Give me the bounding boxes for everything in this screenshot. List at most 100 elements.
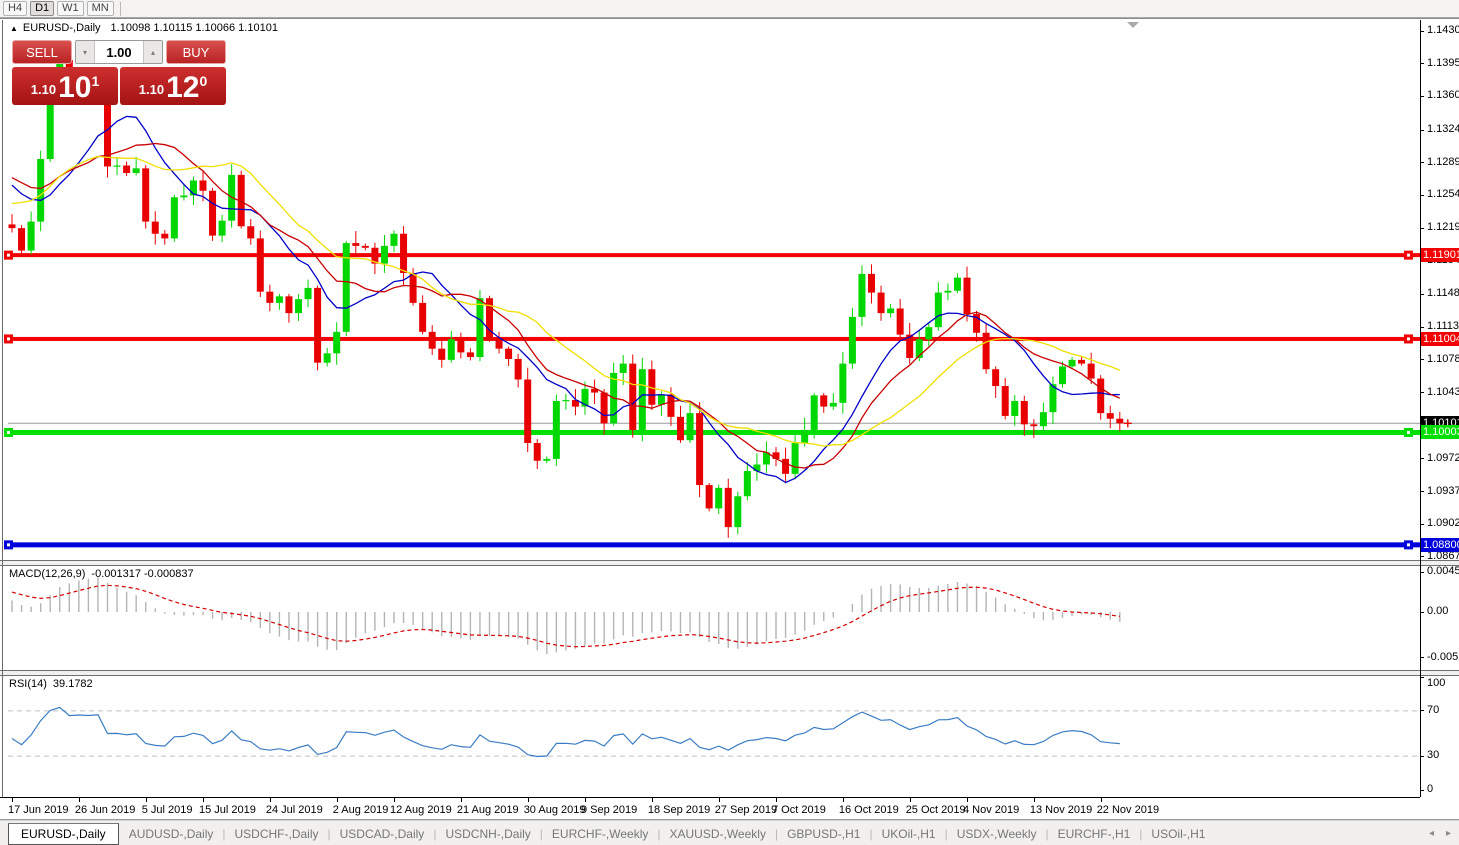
- candle-body: [37, 158, 45, 222]
- axis-tick: [1420, 129, 1424, 131]
- candle-body: [180, 195, 188, 198]
- candle-body: [27, 221, 35, 251]
- chart-frame-left: [2, 20, 3, 818]
- macd-pane[interactable]: [0, 566, 1420, 668]
- axis-tick: [1420, 789, 1424, 791]
- candle-body: [1106, 413, 1114, 419]
- line-anchor-dot: [1407, 430, 1410, 434]
- candle-body: [333, 331, 341, 354]
- chart-tab-usdx-weekly[interactable]: USDX-,Weekly: [957, 825, 1037, 843]
- tab-separator: |: [944, 826, 948, 841]
- chart-tab-usdchf-daily[interactable]: USDCHF-,Daily: [235, 825, 319, 843]
- date-tick: [718, 798, 720, 802]
- chart-tab-eurchf-h1[interactable]: EURCHF-,H1: [1058, 825, 1131, 843]
- date-axis-label: 12 Aug 2019: [390, 804, 452, 816]
- candle-body: [514, 358, 522, 380]
- axis-tick: [1420, 63, 1424, 65]
- chart-tab-xauusd-weekly[interactable]: XAUUSD-,Weekly: [669, 825, 765, 843]
- candle-body: [543, 458, 551, 461]
- candle-body: [810, 395, 818, 430]
- buy-button[interactable]: BUY: [166, 40, 226, 64]
- horizontal-line-1.11004[interactable]: [8, 336, 1420, 341]
- candle-body: [839, 363, 847, 403]
- timeframe-button-h4[interactable]: H4: [3, 1, 28, 16]
- tab-scroll-left-icon[interactable]: ◂: [1429, 828, 1434, 839]
- axis-tick-label: 1.10430: [1427, 385, 1459, 398]
- candle-body: [295, 299, 302, 314]
- price-axis[interactable]: 1.14300 1.13950 1.13600 1.13240 1.12890 1.125…: [1420, 0, 1459, 820]
- candle-body: [820, 395, 828, 407]
- horizontal-line-1.11901[interactable]: [8, 253, 1420, 258]
- candle-body: [734, 496, 742, 528]
- macd-values: -0.001317 -0.000837: [91, 568, 194, 580]
- chart-tab-ukoil-h1[interactable]: UKOil-,H1: [882, 825, 936, 843]
- candle-body: [562, 400, 570, 402]
- tab-scroll-right-icon[interactable]: ▸: [1446, 828, 1451, 839]
- date-tick: [394, 798, 395, 802]
- candle-body: [342, 243, 350, 332]
- axis-tick: [1420, 326, 1424, 328]
- candle-body: [657, 394, 665, 405]
- axis-tick-label: -0.00520: [1427, 650, 1459, 663]
- buy-price-display[interactable]: 1.10 12 0: [120, 67, 226, 105]
- axis-tick-label: 1.11130: [1427, 320, 1459, 333]
- horizontal-line-1.10003[interactable]: [8, 429, 1420, 435]
- date-axis-label: 15 Jul 2019: [199, 804, 256, 816]
- chart-shift-marker-icon[interactable]: [1127, 22, 1139, 28]
- sell-button[interactable]: SELL: [12, 40, 72, 64]
- candle-body: [552, 400, 560, 459]
- candle-body: [466, 352, 474, 358]
- lot-size-input[interactable]: [95, 41, 143, 63]
- axis-tick-label: 1.09370: [1427, 484, 1459, 497]
- date-axis-label: 26 Jun 2019: [74, 804, 136, 816]
- date-axis-label: 30 Aug 2019: [523, 804, 586, 816]
- lot-decrease-button[interactable]: ▾: [76, 41, 95, 63]
- candle-body: [696, 413, 704, 486]
- sell-price-display[interactable]: 1.10 10 1: [12, 67, 118, 105]
- horizontal-line-1.08800[interactable]: [8, 542, 1420, 548]
- chart-tab-usoil-h1[interactable]: USOil-,H1: [1151, 825, 1205, 843]
- timeframe-button-mn[interactable]: MN: [86, 1, 114, 16]
- moving-average-10: [11, 115, 1120, 484]
- axis-tick: [1420, 458, 1424, 460]
- candle-body: [419, 302, 427, 332]
- chart-tab-gbpusd-h1[interactable]: GBPUSD-,H1: [787, 825, 860, 843]
- line-anchor-dot: [7, 337, 10, 341]
- date-tick: [336, 798, 338, 802]
- chart-tab-eurchf-weekly[interactable]: EURCHF-,Weekly: [552, 825, 648, 843]
- candle-body: [686, 413, 694, 441]
- date-axis[interactable]: 17 Jun 2019 26 Jun 2019 5 Jul 2019 15 Jul 2…: [0, 797, 1420, 820]
- tab-separator: |: [1139, 826, 1143, 841]
- candle-body: [199, 180, 207, 191]
- candle-body: [361, 245, 369, 248]
- axis-tick: [1420, 755, 1424, 757]
- collapse-icon[interactable]: ▲: [10, 24, 18, 33]
- chart-tab-usdcnh-daily[interactable]: USDCNH-,Daily: [445, 825, 530, 843]
- chart-tab-eurusd-daily[interactable]: EURUSD-,Daily: [8, 822, 119, 845]
- candle-body: [667, 394, 675, 417]
- tab-scroll-arrows: ◂ ▸: [1429, 821, 1451, 845]
- candle-body: [8, 224, 16, 229]
- candle-body: [170, 197, 178, 239]
- axis-tick-label: 30: [1427, 749, 1440, 762]
- chart-ohlc-header: ▲ EURUSD-,Daily 1.10098 1.10115 1.10066 1.…: [10, 22, 278, 34]
- rsi-pane[interactable]: [0, 676, 1420, 794]
- axis-tick-label: 1.12890: [1427, 155, 1459, 168]
- candle-body: [1087, 363, 1095, 379]
- timeframe-button-d1[interactable]: D1: [30, 1, 55, 16]
- chart-tab-bar: EURUSD-,Daily AUDUSD-,Daily | USDCHF-,Daily…: [0, 820, 1459, 845]
- candle-body: [619, 363, 627, 373]
- candle-body: [409, 272, 417, 303]
- chart-tab-audusd-daily[interactable]: AUDUSD-,Daily: [129, 825, 214, 843]
- date-axis-label: 5 Jul 2019: [141, 804, 193, 816]
- sell-price-pip: 1: [91, 73, 100, 89]
- candle-body: [1078, 359, 1086, 364]
- chart-tab-usdcad-daily[interactable]: USDCAD-,Daily: [340, 825, 425, 843]
- candle-body: [1068, 359, 1076, 367]
- timeframe-button-w1[interactable]: W1: [57, 1, 84, 16]
- tab-separator: |: [539, 826, 543, 841]
- candle-body: [1116, 418, 1124, 424]
- candle-body: [715, 487, 723, 509]
- lot-increase-button[interactable]: ▴: [143, 41, 162, 63]
- macd-indicator-title: MACD(12,26,9) -0.001317 -0.000837: [9, 568, 194, 580]
